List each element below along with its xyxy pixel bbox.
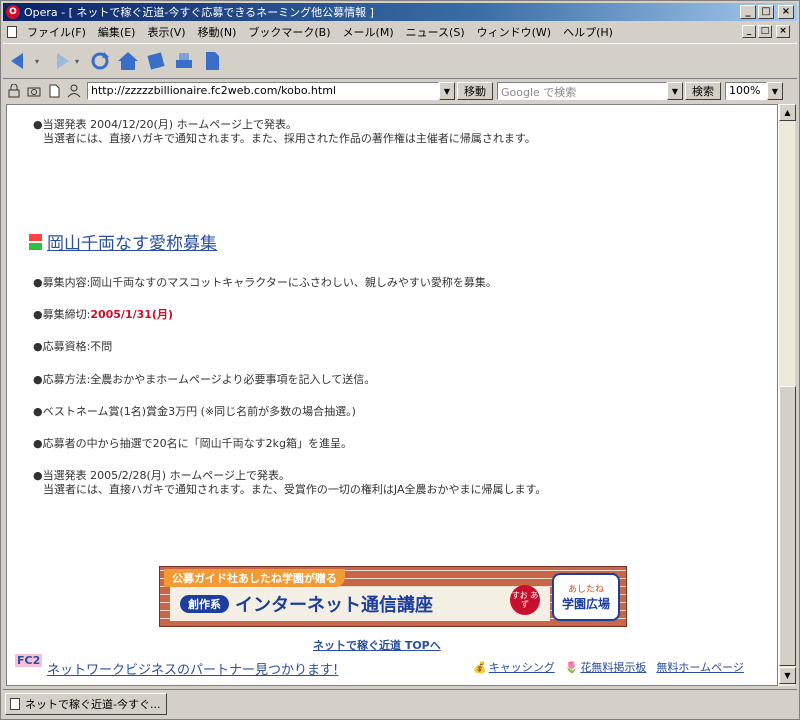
menu-bookmarks[interactable]: ブックマーク(B) xyxy=(244,24,338,40)
banner-course: インターネット通信講座 xyxy=(235,595,433,616)
search-input[interactable]: Google で検索 xyxy=(497,82,667,100)
top-page-link[interactable]: ネットで稼ぐ近道 TOPへ xyxy=(313,637,441,653)
vertical-scrollbar[interactable]: ▲ ▼ xyxy=(778,104,796,686)
logo-big-text: 学園広場 xyxy=(561,597,610,611)
minimize-button[interactable]: _ xyxy=(740,5,756,19)
announcement-detail: 当選者には、直接ハガキで通知されます。また、受賞作の一切の権利はJA全農おかやま… xyxy=(43,483,547,496)
document-icon[interactable] xyxy=(7,26,17,38)
announcement-line: ●当選発表 2004/12/20(月) ホームページ上で発表。 xyxy=(33,118,298,131)
item-lottery: ●応募者の中から抽選で20名に「岡山千両なす2kg箱」を進呈。 xyxy=(33,437,352,450)
address-input[interactable]: http://zzzzzbillionaire.fc2web.com/kobo.… xyxy=(87,82,439,100)
section-title-link[interactable]: 岡山千両なす愛称募集 xyxy=(47,229,217,254)
title-bar[interactable]: O Opera - [ ネットで稼ぐ近道-今すぐ応募できるネーミング他公募情報 … xyxy=(3,3,797,21)
menu-navigate[interactable]: 移動(N) xyxy=(194,24,245,40)
mdi-restore-button[interactable]: □ xyxy=(758,25,772,38)
item-deadline: ●募集締切:2005/1/31(月) xyxy=(33,308,173,322)
user-mode-icon[interactable] xyxy=(67,84,81,98)
item-content: ●募集内容:岡山千両なすのマスコットキャラクターにふさわしい、親しみやすい愛称を… xyxy=(33,276,497,289)
go-button[interactable]: 移動 xyxy=(457,82,493,100)
opera-icon: O xyxy=(6,5,20,19)
camera-icon[interactable] xyxy=(27,84,41,98)
maximize-button[interactable]: □ xyxy=(758,5,774,19)
navigation-toolbar: ▾ ▾ xyxy=(3,43,797,79)
menu-news[interactable]: ニュース(S) xyxy=(402,24,473,40)
banner-top-text: 公募ガイド社あしたね学園が贈る xyxy=(164,569,345,587)
close-button[interactable]: × xyxy=(778,5,794,19)
heading-marker-icon xyxy=(29,232,43,252)
money-bag-icon: 💰 xyxy=(473,660,487,674)
search-button[interactable]: 検索 xyxy=(685,82,721,100)
caching-link[interactable]: キャッシング xyxy=(489,659,555,675)
logo-small-text: あしたね xyxy=(567,585,604,595)
menu-view[interactable]: 表示(V) xyxy=(143,24,193,40)
page-tab-label: ネットで稼ぐ近道-今すぐ... xyxy=(25,698,161,711)
back-dropdown-icon[interactable]: ▾ xyxy=(35,57,43,66)
home-icon[interactable] xyxy=(115,48,141,74)
network-business-link[interactable]: ネットワークビジネスのパートナー見つかります! xyxy=(47,659,338,678)
menu-mail[interactable]: メール(M) xyxy=(339,24,402,40)
announcement-line: ●当選発表 2005/2/28(月) ホームページ上で発表。 xyxy=(33,469,291,482)
browser-window: O Opera - [ ネットで稼ぐ近道-今すぐ応募できるネーミング他公募情報 … xyxy=(0,0,800,720)
page-tab-bar: ネットで稼ぐ近道-今すぐ... xyxy=(3,689,797,717)
menu-edit[interactable]: 編集(E) xyxy=(94,24,144,40)
item-method: ●応募方法:全農おかやまホームページより必要事項を記入して送信。 xyxy=(33,373,376,386)
hotlist-icon[interactable] xyxy=(143,48,169,74)
print-icon[interactable] xyxy=(171,48,197,74)
page-tab[interactable]: ネットで稼ぐ近道-今すぐ... xyxy=(5,693,167,715)
mdi-minimize-button[interactable]: _ xyxy=(742,25,756,38)
address-bar: http://zzzzzbillionaire.fc2web.com/kobo.… xyxy=(3,80,797,102)
page-content: ●当選発表 2004/12/20(月) ホームページ上で発表。 当選者には、直接… xyxy=(6,104,778,686)
section-header: 岡山千両なす愛称募集 xyxy=(29,229,217,254)
flower-board-link[interactable]: 花無料掲示板 xyxy=(580,659,646,675)
fc2-logo[interactable]: FC2 xyxy=(15,654,43,667)
page-icon[interactable] xyxy=(47,84,61,98)
back-icon[interactable] xyxy=(7,48,33,74)
item-eligibility: ●応募資格:不問 xyxy=(33,340,113,353)
menu-file[interactable]: ファイル(F) xyxy=(23,24,94,40)
menu-bar: ファイル(F) 編集(E) 表示(V) 移動(N) ブックマーク(B) メール(… xyxy=(3,22,797,42)
course-banner[interactable]: 公募ガイド社あしたね学園が贈る 創作系 インターネット通信講座 すお あず あし… xyxy=(159,566,627,627)
previous-announcement: ●当選発表 2004/12/20(月) ホームページ上で発表。 当選者には、直接… xyxy=(33,118,536,146)
forward-dropdown-icon[interactable]: ▾ xyxy=(75,57,83,66)
winner-announcement: ●当選発表 2005/2/28(月) ホームページ上で発表。 当選者には、直接ハ… xyxy=(33,469,546,497)
window-title: Opera - [ ネットで稼ぐ近道-今すぐ応募できるネーミング他公募情報 ] xyxy=(24,6,374,19)
flower-icon: 🌷 xyxy=(564,660,579,674)
zoom-dropdown-icon[interactable]: ▼ xyxy=(767,82,783,100)
deadline-label: ●募集締切: xyxy=(33,308,91,321)
forward-icon[interactable] xyxy=(47,48,73,74)
document-icon[interactable] xyxy=(199,48,225,74)
scroll-down-icon[interactable]: ▼ xyxy=(779,667,796,684)
reload-icon[interactable] xyxy=(87,48,113,74)
mdi-close-button[interactable]: × xyxy=(776,25,790,38)
announcement-detail: 当選者には、直接ハガキで通知されます。また、採用された作品の著作権は主催者に帰属… xyxy=(43,132,536,145)
lock-icon[interactable] xyxy=(7,84,21,98)
address-dropdown-icon[interactable]: ▼ xyxy=(439,82,455,100)
mdi-controls: _ □ × xyxy=(742,25,793,38)
zoom-input[interactable]: 100% xyxy=(725,82,767,100)
asitane-logo: あしたね 学園広場 xyxy=(552,573,620,621)
scroll-up-icon[interactable]: ▲ xyxy=(779,104,796,121)
free-homepage-link[interactable]: 無料ホームページ xyxy=(656,659,743,675)
search-engine-dropdown-icon[interactable]: ▼ xyxy=(667,82,683,100)
banner-pill: 創作系 xyxy=(180,595,229,613)
banner-main-band: 創作系 インターネット通信講座 xyxy=(170,587,550,621)
menu-help[interactable]: ヘルプ(H) xyxy=(559,24,621,40)
page-tab-icon xyxy=(10,698,20,710)
menu-window[interactable]: ウィンドウ(W) xyxy=(473,24,559,40)
banner-badge: すお あず xyxy=(510,585,540,615)
scroll-thumb[interactable] xyxy=(779,386,796,666)
footer-links: 💰 キャッシング 🌷 花無料掲示板 無料ホームページ xyxy=(473,659,754,675)
item-prize: ●ベストネーム賞(1名)賞金3万円 (※同じ名前が多数の場合抽選。) xyxy=(33,405,356,418)
deadline-value: 2005/1/31(月) xyxy=(90,308,173,321)
